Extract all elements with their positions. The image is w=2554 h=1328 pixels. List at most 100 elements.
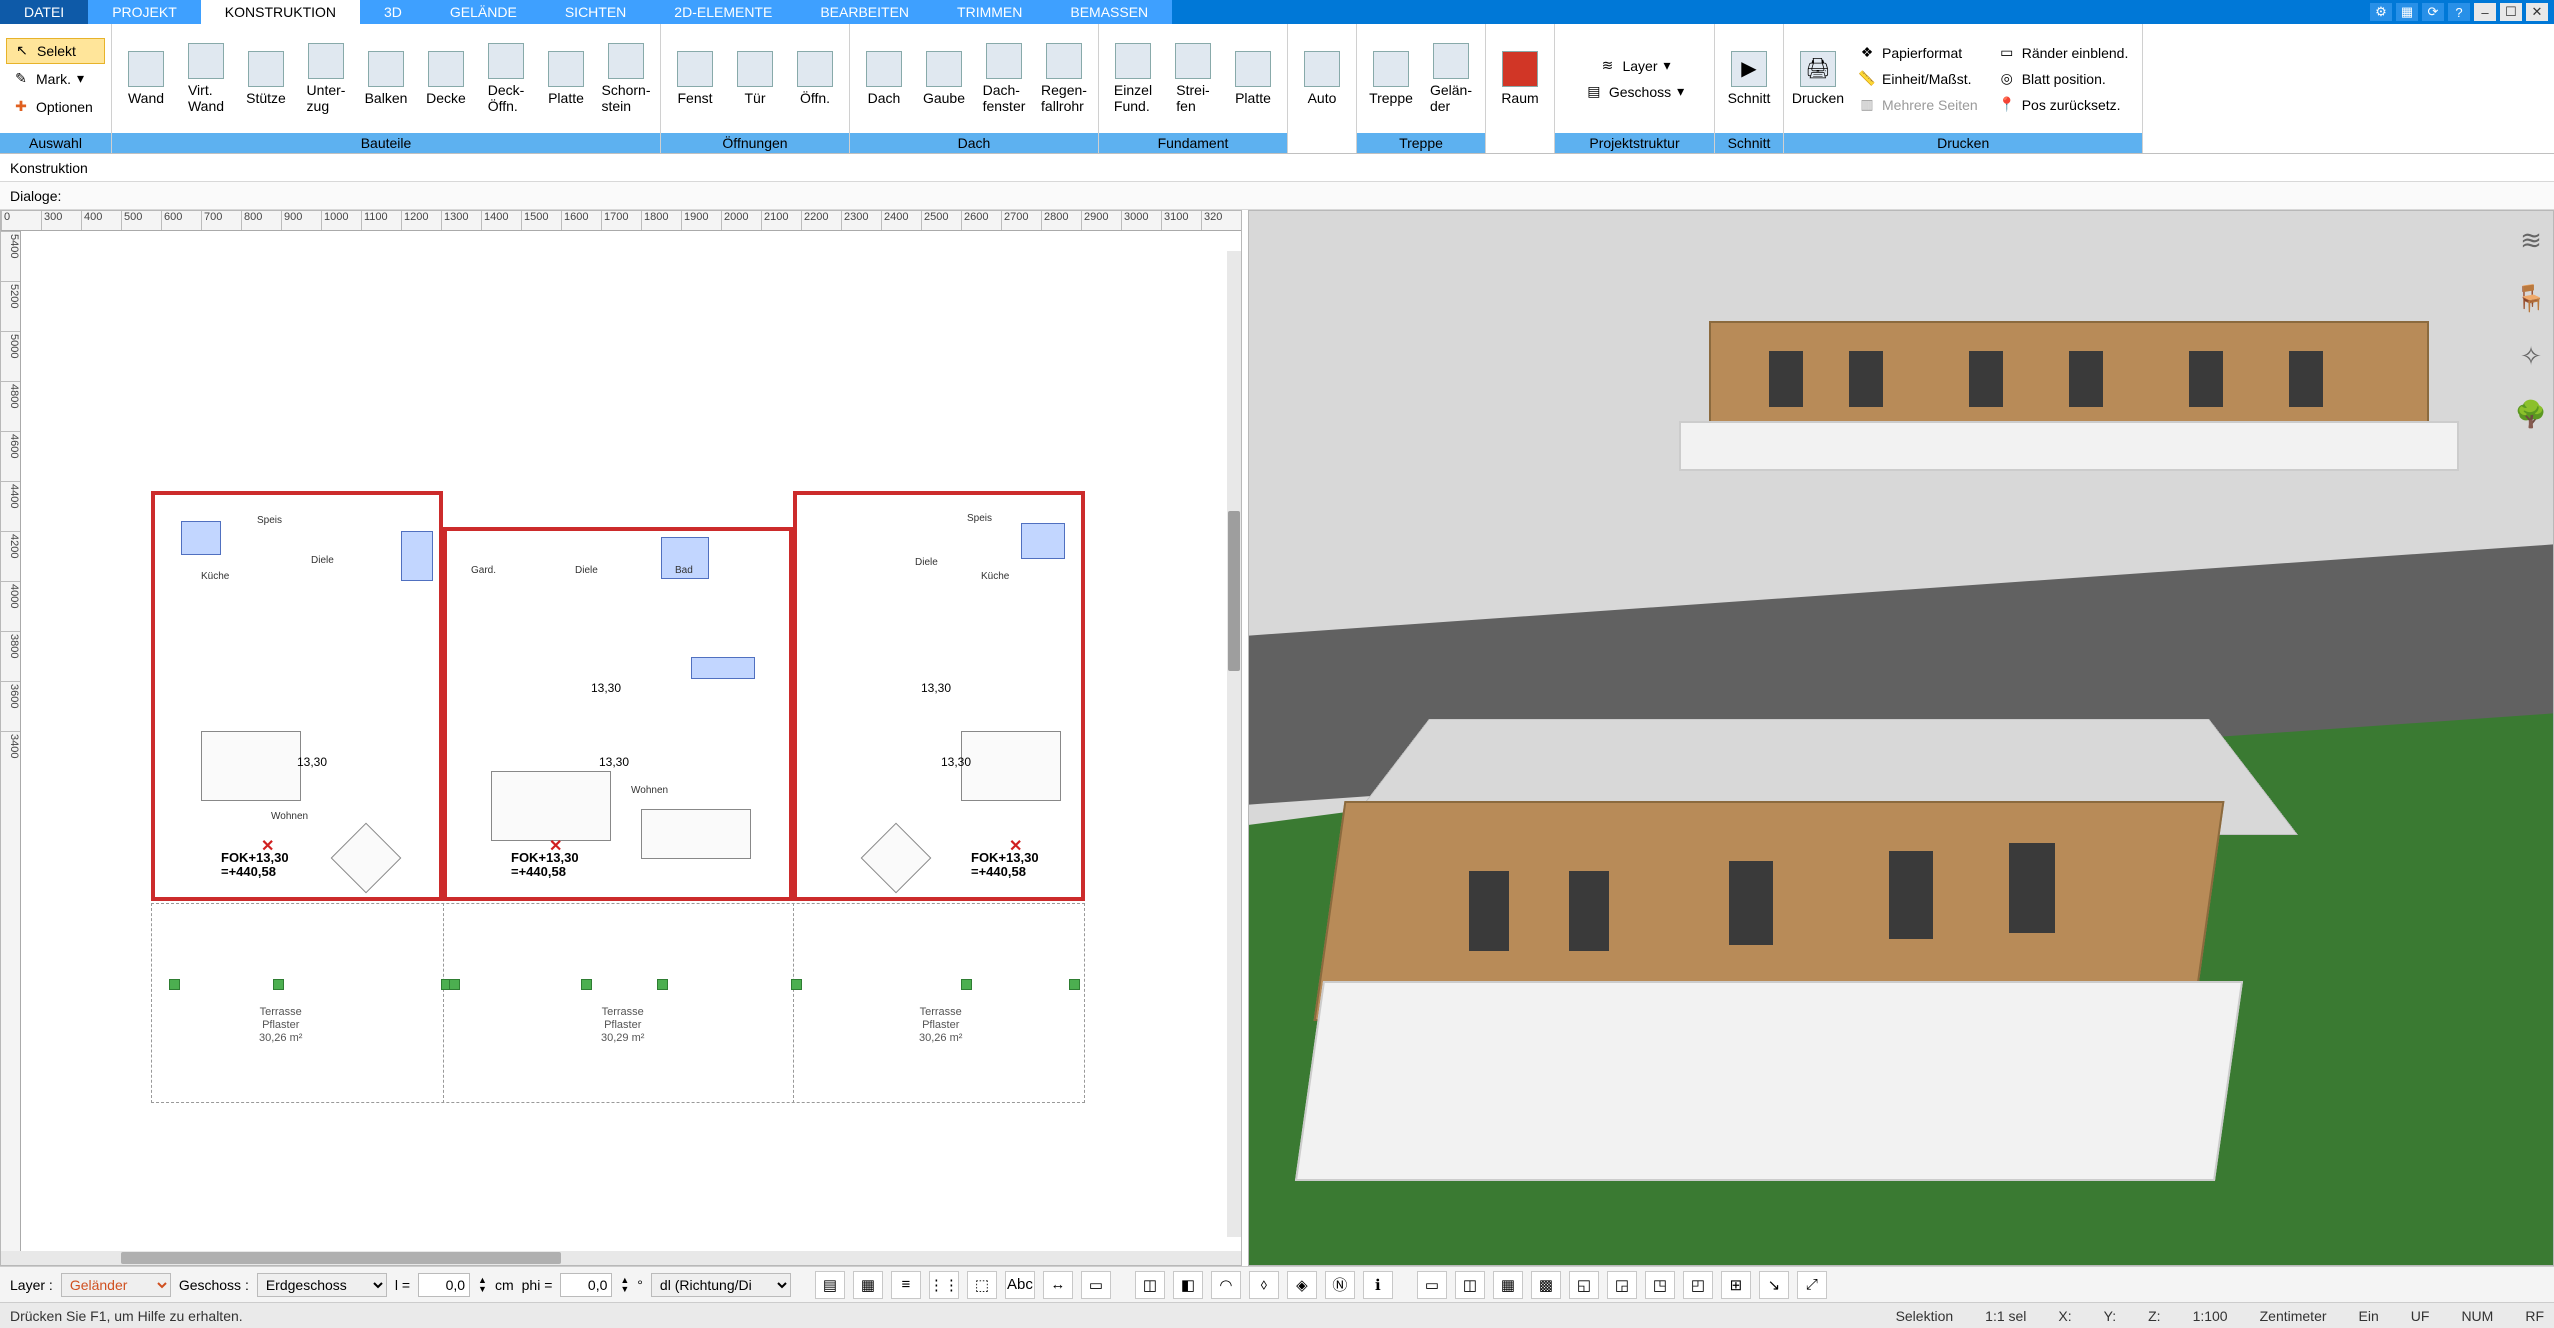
btool-5[interactable]: ⬚ (967, 1271, 997, 1299)
help-icon[interactable]: ? (2448, 3, 2470, 21)
dach-btn-2[interactable]: Dach-fenster (974, 30, 1034, 128)
bauteile-btn-6-icon (488, 43, 524, 79)
tab-bearbeiten[interactable]: BEARBEITEN (796, 0, 933, 24)
pos-reset-button[interactable]: 📍Pos zurücksetz. (1992, 92, 2135, 118)
group-label-drucken: Drucken (1784, 133, 2142, 153)
compass-icon[interactable]: ✧ (2514, 339, 2548, 373)
btool-24[interactable]: ⊞ (1721, 1271, 1751, 1299)
group-label-dach: Dach (850, 133, 1098, 153)
tab-sichten[interactable]: SICHTEN (541, 0, 650, 24)
fundament-btn-0[interactable]: EinzelFund. (1103, 30, 1163, 128)
layer-select[interactable]: Geländer (61, 1273, 171, 1297)
bauteile-btn-2[interactable]: Stütze (236, 30, 296, 128)
btool-21[interactable]: ◲ (1607, 1271, 1637, 1299)
title-icon-2[interactable]: ▦ (2396, 3, 2418, 21)
fundament-btn-2[interactable]: Platte (1223, 30, 1283, 128)
tab-bemassen[interactable]: BEMASSEN (1046, 0, 1172, 24)
drucken-button[interactable]: 🖨Drucken (1788, 30, 1848, 128)
einheit-button[interactable]: 📏Einheit/Maßst. (1852, 66, 1984, 92)
bauteile-btn-7[interactable]: Platte (536, 30, 596, 128)
btool-25[interactable]: ↘ (1759, 1271, 1789, 1299)
papierformat-button[interactable]: ❖Papierformat (1852, 40, 1984, 66)
btool-19[interactable]: ▩ (1531, 1271, 1561, 1299)
geschoss-select[interactable]: Erdgeschoss (257, 1273, 387, 1297)
auto-btn-0[interactable]: Auto (1292, 30, 1352, 128)
plan-view-pane[interactable]: 0300400500600700800900100011001200130014… (0, 210, 1242, 1266)
bauteile-btn-6[interactable]: Deck-Öffn. (476, 30, 536, 128)
btool-abc[interactable]: Abc (1005, 1271, 1035, 1299)
mehrere-seiten-button[interactable]: ▥Mehrere Seiten (1852, 92, 1984, 118)
scrollbar-vertical[interactable] (1227, 251, 1241, 1237)
dl-select[interactable]: dl (Richtung/Di (651, 1273, 791, 1297)
bauteile-btn-4[interactable]: Balken (356, 30, 416, 128)
minimize-button[interactable]: – (2474, 3, 2496, 21)
btool-10[interactable]: ◧ (1173, 1271, 1203, 1299)
btool-3[interactable]: ≡ (891, 1271, 921, 1299)
tab-gelaende[interactable]: GELÄNDE (426, 0, 541, 24)
btool-9[interactable]: ◫ (1135, 1271, 1165, 1299)
scrollbar-horizontal[interactable] (1, 1251, 1241, 1265)
tab-konstruktion[interactable]: KONSTRUKTION (201, 0, 360, 24)
layers-side-icon[interactable]: ≋ (2514, 223, 2548, 257)
dach-btn-3[interactable]: Regen-fallrohr (1034, 30, 1094, 128)
dach-btn-0[interactable]: Dach (854, 30, 914, 128)
btool-2[interactable]: ▦ (853, 1271, 883, 1299)
selekt-button[interactable]: ↖Selekt (6, 38, 105, 64)
btool-17[interactable]: ◫ (1455, 1271, 1485, 1299)
tree-icon[interactable]: 🌳 (2514, 397, 2548, 431)
status-y: Y: (2104, 1308, 2116, 1324)
bauteile-btn-8[interactable]: Schorn-stein (596, 30, 656, 128)
btool-11[interactable]: ◠ (1211, 1271, 1241, 1299)
title-icon-1[interactable]: ⚙ (2370, 3, 2392, 21)
bauteile-btn-1[interactable]: Virt.Wand (176, 30, 236, 128)
l-input[interactable] (418, 1273, 470, 1297)
btool-n[interactable]: Ⓝ (1325, 1271, 1355, 1299)
blatt-pos-button[interactable]: ◎Blatt position. (1992, 66, 2135, 92)
btool-23[interactable]: ◰ (1683, 1271, 1713, 1299)
terrace-label-1: TerrassePflaster30,26 m² (259, 1006, 302, 1046)
tab-2d-elemente[interactable]: 2D-ELEMENTE (650, 0, 796, 24)
geschoss-dropdown[interactable]: ▤Geschoss ▾ (1579, 79, 1690, 105)
plan-canvas[interactable]: Wohnen Wohnen Diele Diele Diele Speis Sp… (21, 231, 1241, 1251)
btool-12[interactable]: ⬨ (1249, 1271, 1279, 1299)
bauteile-btn-3[interactable]: Unter-zug (296, 30, 356, 128)
btool-15[interactable]: ℹ (1363, 1271, 1393, 1299)
btool-22[interactable]: ◳ (1645, 1271, 1675, 1299)
btool-16[interactable]: ▭ (1417, 1271, 1447, 1299)
3d-view-pane[interactable]: ≋ 🪑 ✧ 🌳 (1248, 210, 2554, 1266)
btool-1[interactable]: ▤ (815, 1271, 845, 1299)
tab-trimmen[interactable]: TRIMMEN (933, 0, 1046, 24)
bauteile-btn-5[interactable]: Decke (416, 30, 476, 128)
btool-7[interactable]: ↔ (1043, 1271, 1073, 1299)
btool-18[interactable]: ▦ (1493, 1271, 1523, 1299)
oeffnungen-btn-0[interactable]: Fenst (665, 30, 725, 128)
tab-projekt[interactable]: PROJEKT (88, 0, 201, 24)
raender-button[interactable]: ▭Ränder einblend. (1992, 40, 2135, 66)
chair-icon[interactable]: 🪑 (2514, 281, 2548, 315)
treppe-btn-0[interactable]: Treppe (1361, 30, 1421, 128)
btool-13[interactable]: ◈ (1287, 1271, 1317, 1299)
treppe-btn-1[interactable]: Gelän-der (1421, 30, 1481, 128)
dach-btn-1[interactable]: Gaube (914, 30, 974, 128)
tab-3d[interactable]: 3D (360, 0, 426, 24)
maximize-button[interactable]: ☐ (2500, 3, 2522, 21)
schnitt-icon: ▶ (1731, 51, 1767, 87)
mark-button[interactable]: ✎Mark. ▾ (6, 66, 105, 92)
schnitt-button[interactable]: ▶Schnitt (1719, 30, 1779, 128)
btool-4[interactable]: ⋮⋮ (929, 1271, 959, 1299)
workspace: 0300400500600700800900100011001200130014… (0, 210, 2554, 1266)
btool-8[interactable]: ▭ (1081, 1271, 1111, 1299)
raum-button[interactable]: Raum (1490, 30, 1550, 128)
phi-input[interactable] (560, 1273, 612, 1297)
optionen-button[interactable]: ✚Optionen (6, 94, 105, 120)
oeffnungen-btn-2[interactable]: Öffn. (785, 30, 845, 128)
btool-20[interactable]: ◱ (1569, 1271, 1599, 1299)
tab-datei[interactable]: DATEI (0, 0, 88, 24)
close-button[interactable]: ✕ (2526, 3, 2548, 21)
bauteile-btn-0[interactable]: Wand (116, 30, 176, 128)
layer-dropdown[interactable]: ≋Layer ▾ (1592, 53, 1676, 79)
btool-26[interactable]: ⤢ (1797, 1271, 1827, 1299)
title-icon-3[interactable]: ⟳ (2422, 3, 2444, 21)
oeffnungen-btn-1[interactable]: Tür (725, 30, 785, 128)
fundament-btn-1[interactable]: Strei-fen (1163, 30, 1223, 128)
